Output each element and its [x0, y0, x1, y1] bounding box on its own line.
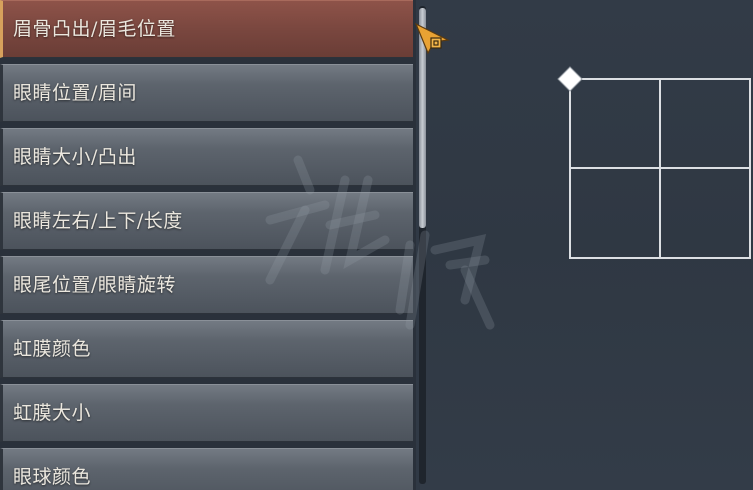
menu-item-eye-corner[interactable]: 眼尾位置/眼睛旋转 — [0, 256, 413, 314]
menu-item-label: 眼睛大小/凸出 — [13, 146, 137, 168]
menu-item-eyeball-color[interactable]: 眼球颜色 — [0, 448, 413, 490]
menu-item-label: 虹膜大小 — [13, 402, 92, 424]
menu-item-eye-position[interactable]: 眼睛位置/眉间 — [0, 64, 413, 122]
menu-item-iris-size[interactable]: 虹膜大小 — [0, 384, 413, 442]
feature-menu-list: 眉骨凸出/眉毛位置 眼睛位置/眉间 眼睛大小/凸出 眼睛左右/上下/长度 眼尾位… — [0, 0, 416, 490]
menu-item-eye-size[interactable]: 眼睛大小/凸出 — [0, 128, 413, 186]
menu-item-eye-spacing[interactable]: 眼睛左右/上下/长度 — [0, 192, 413, 250]
menu-item-label: 眼尾位置/眼睛旋转 — [13, 274, 176, 296]
menu-item-label: 眼睛左右/上下/长度 — [13, 210, 183, 232]
menu-item-label: 虹膜颜色 — [13, 338, 92, 360]
diamond-handle-icon — [557, 66, 583, 92]
menu-item-label: 眼睛位置/眉间 — [13, 82, 137, 104]
menu-item-label: 眉骨凸出/眉毛位置 — [13, 18, 176, 40]
menu-item-iris-color[interactable]: 虹膜颜色 — [0, 320, 413, 378]
arrow-cursor-icon — [414, 22, 450, 54]
position-grid-pad[interactable] — [555, 64, 753, 260]
menu-item-label: 眼球颜色 — [13, 466, 92, 488]
menu-item-brow-bone[interactable]: 眉骨凸出/眉毛位置 — [0, 0, 413, 58]
